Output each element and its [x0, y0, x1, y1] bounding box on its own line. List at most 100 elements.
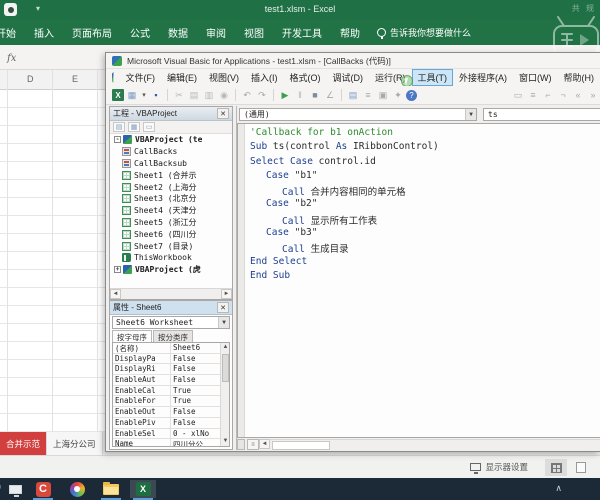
scroll-up-icon[interactable]: ▲	[221, 343, 229, 352]
vba-menu-O[interactable]: 格式(O)	[284, 69, 327, 86]
vba-menu-T[interactable]: 工具(T)	[411, 69, 453, 86]
quick-info-icon[interactable]: ≡	[526, 88, 540, 102]
split-handle[interactable]	[237, 438, 245, 450]
tree-item-Sheet3[interactable]: Sheet3 (北京分	[110, 193, 232, 205]
code-line-2[interactable]: Sub ts(control As IRibbonControl)	[250, 141, 439, 155]
display-settings-button[interactable]: 显示器设置	[470, 461, 528, 474]
vba-menu-W[interactable]: 窗口(W)	[513, 69, 558, 86]
code-line-11[interactable]: End Sub	[250, 270, 439, 284]
file-explorer-icon[interactable]	[98, 480, 124, 500]
code-line-7[interactable]: Call 显示所有工作表	[250, 213, 439, 227]
view-object-icon[interactable]: ▦	[128, 122, 140, 132]
ribbon-tab-7[interactable]: 开发工具	[273, 25, 331, 40]
code-line-10[interactable]: End Select	[250, 256, 439, 270]
paste-icon[interactable]: ▥	[202, 88, 216, 102]
object-dropdown[interactable]: (通用) ▼	[239, 108, 477, 121]
browser-wheel-icon[interactable]	[64, 480, 90, 498]
ribbon-tab-3[interactable]: 公式	[121, 25, 159, 40]
close-icon[interactable]: ✕	[217, 108, 229, 119]
design-mode-icon[interactable]: ∠	[323, 88, 337, 102]
ribbon-tab-1[interactable]: 插入	[25, 25, 63, 40]
tab-categorized[interactable]: 按分类序	[153, 330, 193, 342]
scrollbar-thumb[interactable]	[222, 354, 229, 382]
property-row-EnableCal[interactable]: EnableCal True	[113, 385, 229, 397]
property-row-EnableAut[interactable]: EnableAut False	[113, 375, 229, 386]
procedure-dropdown[interactable]: ts	[483, 108, 600, 121]
reset-icon[interactable]: ■	[308, 88, 322, 102]
normal-view-button[interactable]	[545, 459, 567, 476]
vba-menu-I[interactable]: 插入(I)	[245, 69, 284, 86]
column-header-e[interactable]: E	[72, 74, 78, 84]
sheet-tab-0[interactable]: 合并示范	[0, 432, 48, 455]
tree-item-Sheet7[interactable]: Sheet7 (目录)	[110, 240, 232, 252]
column-header-d[interactable]: D	[27, 74, 34, 84]
property-row-DisplayPa[interactable]: DisplayPa False	[113, 353, 229, 365]
tree-item-VBAProject[interactable]: + VBAProject (虎	[110, 264, 232, 276]
ribbon-tab-0[interactable]: 开始	[0, 25, 25, 40]
expand-icon[interactable]: +	[114, 266, 121, 274]
tray-chevron-up-icon[interactable]: ∧	[555, 483, 562, 494]
code-line-1[interactable]: 'Callback for b1 onAction	[250, 127, 439, 141]
tree-item-CallBacksub[interactable]: CallBacksub	[110, 158, 232, 170]
scroll-left-icon[interactable]: ◄	[259, 439, 270, 449]
sheet-tab-1[interactable]: 上海分公司	[47, 432, 103, 455]
outdent-icon[interactable]: »	[586, 88, 600, 102]
code-line-5[interactable]: Call 合并内容相同的单元格	[250, 184, 439, 198]
tree-item-Sheet1[interactable]: Sheet1 (合并示	[110, 169, 232, 181]
object-browser-icon[interactable]: ▣	[376, 88, 390, 102]
vba-menu-E[interactable]: 编辑(E)	[161, 69, 203, 86]
property-row-EnableOut[interactable]: EnableOut False	[113, 407, 229, 418]
project-explorer-icon[interactable]: ▤	[346, 88, 360, 102]
scroll-right-icon[interactable]: ►	[221, 289, 232, 299]
scroll-left-icon[interactable]: ◄	[110, 289, 121, 299]
tree-item-CallBacks[interactable]: CallBacks	[110, 146, 232, 158]
view-code-icon[interactable]: ▤	[113, 122, 125, 132]
vba-menu-V[interactable]: 视图(V)	[203, 69, 245, 86]
property-row-EnablePiv[interactable]: EnablePiv False	[113, 417, 229, 429]
collapse-icon[interactable]: -	[114, 136, 121, 144]
c-app-icon[interactable]: C	[30, 480, 56, 500]
comment-block-icon[interactable]: ¬	[556, 88, 570, 102]
cut-icon[interactable]: ✂	[172, 88, 186, 102]
property-row-[interactable]: (名称) Sheet6	[113, 343, 229, 354]
properties-scrollbar[interactable]: ▲ ▼	[220, 343, 229, 446]
properties-window-icon[interactable]: ≡	[361, 88, 375, 102]
tree-item-Sheet4[interactable]: Sheet4 (天津分	[110, 205, 232, 217]
code-editor[interactable]: 'Callback for b1 onAction Sub ts(control …	[237, 123, 600, 438]
bookmark-icon[interactable]: ⌐	[541, 88, 555, 102]
help-icon[interactable]: ?	[406, 89, 417, 101]
code-line-6[interactable]: Case "b2"	[250, 198, 439, 212]
toolbox-icon[interactable]: ✦	[391, 88, 405, 102]
list-constants-icon[interactable]: ▭	[511, 88, 525, 102]
object-selector-dropdown[interactable]: Sheet6 Worksheet ▼	[112, 316, 230, 329]
code-line-9[interactable]: Call 生成目录	[250, 241, 439, 255]
tab-alphabetic[interactable]: 按字母序	[112, 330, 152, 342]
code-line-4[interactable]: Case "b1"	[250, 170, 439, 184]
vba-menu-F[interactable]: 文件(F)	[120, 69, 162, 86]
code-margin-bar[interactable]	[238, 124, 245, 437]
ribbon-tab-4[interactable]: 数据	[159, 25, 197, 40]
vba-menu-D[interactable]: 调试(D)	[327, 69, 370, 86]
redo-icon[interactable]: ↷	[255, 88, 269, 102]
excel-app-icon[interactable]: X	[130, 480, 156, 500]
tree-item-Sheet2[interactable]: Sheet2 (上海分	[110, 181, 232, 193]
property-row-DisplayRi[interactable]: DisplayRi False	[113, 364, 229, 376]
find-icon[interactable]: ◉	[217, 88, 231, 102]
run-icon[interactable]: ▶	[278, 88, 292, 102]
tree-item-VBAProjectte[interactable]: - VBAProject (te	[110, 134, 232, 146]
page-layout-view-button[interactable]	[570, 459, 592, 476]
ribbon-tab-5[interactable]: 审阅	[197, 25, 235, 40]
tree-item-Sheet5[interactable]: Sheet5 (浙江分	[110, 217, 232, 229]
insert-caret-icon[interactable]: ▾	[140, 88, 148, 102]
project-horizontal-scrollbar[interactable]: ◄ ►	[110, 288, 232, 299]
code-line-8[interactable]: Case "b3"	[250, 227, 439, 241]
chevron-down-icon[interactable]: ▼	[465, 109, 476, 120]
save-icon[interactable]: ▪	[149, 88, 163, 102]
chevron-down-icon[interactable]: ▼	[218, 317, 229, 328]
indent-icon[interactable]: «	[571, 88, 585, 102]
tell-me-box[interactable]: 告诉我你想要做什么	[369, 26, 479, 39]
toggle-folders-icon[interactable]: ▭	[143, 122, 155, 132]
property-row-Name[interactable]: Name 四川分公	[113, 439, 229, 446]
scrollbar-thumb[interactable]	[272, 440, 330, 450]
tree-item-Sheet6[interactable]: Sheet6 (四川分	[110, 228, 232, 240]
